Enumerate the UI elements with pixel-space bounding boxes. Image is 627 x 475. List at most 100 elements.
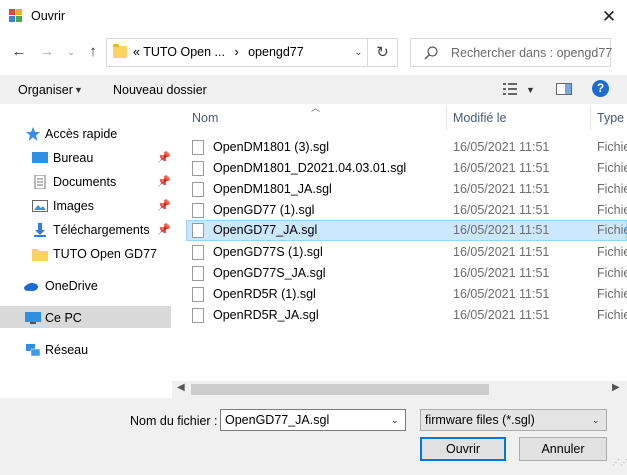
pin-icon: 📌	[157, 152, 171, 164]
sidebar-item-label: Téléchargements	[53, 223, 150, 237]
address-bar[interactable]: « TUTO Open ... › opengd77	[106, 38, 368, 67]
file-icon	[192, 287, 204, 302]
search-icon	[424, 46, 438, 60]
sidebar-item-onedrive[interactable]: OneDrive	[20, 275, 172, 297]
organiser-button[interactable]: Organiser	[18, 83, 73, 97]
file-name: OpenGD77 (1).sgl	[213, 203, 315, 217]
documents-icon	[34, 175, 46, 189]
sidebar-item-images[interactable]: Images 📌	[20, 195, 172, 217]
column-divider[interactable]	[590, 106, 591, 130]
desktop-icon	[32, 152, 48, 163]
pin-icon: 📌	[157, 176, 171, 188]
new-folder-button[interactable]: Nouveau dossier	[113, 83, 207, 97]
file-name: OpenDM1801 (3).sgl	[213, 140, 330, 154]
folder-icon	[32, 249, 48, 261]
breadcrumb-separator[interactable]: ›	[234, 45, 238, 59]
caret-down-icon[interactable]: ▼	[526, 85, 535, 95]
window-title: Ouvrir	[31, 9, 66, 23]
sidebar-item-bureau[interactable]: Bureau 📌	[20, 147, 172, 169]
title-bar	[0, 0, 627, 32]
chevron-down-icon[interactable]: ⌄	[592, 415, 600, 426]
sort-ascending-icon: ︿	[311, 103, 321, 113]
recent-chevron-down-icon[interactable]: ⌄	[62, 42, 80, 62]
file-name: OpenGD77S (1).sgl	[213, 245, 323, 259]
up-arrow-icon[interactable]: ↑	[84, 42, 102, 62]
search-input[interactable]: Rechercher dans : opengd77	[410, 38, 613, 67]
column-header-modified[interactable]: Modifié le	[453, 111, 507, 125]
file-name: OpenDM1801_JA.sgl	[213, 182, 332, 196]
filetype-select[interactable]: firmware files (*.sgl) ⌄	[420, 409, 607, 431]
sidebar-item-label: Images	[53, 199, 94, 213]
folder-icon	[113, 44, 127, 58]
file-modified: 16/05/2021 11:51	[453, 245, 550, 259]
file-row[interactable]: OpenGD77S (1).sgl 16/05/2021 11:51 Fichi…	[186, 242, 627, 263]
file-row[interactable]: OpenDM1801_JA.sgl 16/05/2021 11:51 Fichi…	[186, 179, 627, 200]
back-arrow-icon[interactable]: ←	[10, 42, 28, 62]
sidebar-item-label: TUTO Open GD77	[53, 247, 157, 261]
file-modified: 16/05/2021 11:51	[453, 161, 550, 175]
file-type: Fichie	[597, 287, 627, 301]
scroll-left-icon[interactable]: ◀	[177, 382, 185, 393]
sidebar-item-label: OneDrive	[45, 279, 98, 293]
refresh-icon[interactable]: ↻	[368, 38, 398, 67]
sidebar-item-label: Documents	[53, 175, 117, 189]
horizontal-scrollbar[interactable]: ◀ ▶	[172, 381, 627, 398]
view-options-icon[interactable]	[503, 83, 517, 95]
chevron-down-icon[interactable]: ⌄	[391, 415, 399, 426]
close-button[interactable]: ✕	[598, 7, 620, 27]
preview-pane-icon[interactable]	[556, 83, 572, 95]
search-placeholder: Rechercher dans : opengd77	[451, 46, 613, 60]
caret-down-icon[interactable]: ▼	[74, 85, 83, 95]
scrollbar-thumb[interactable]	[191, 384, 489, 395]
help-icon[interactable]: ?	[592, 80, 609, 97]
sidebar-item-acces-rapide[interactable]: Accès rapide	[20, 123, 172, 145]
column-divider[interactable]	[446, 106, 447, 130]
file-type: Fichie	[597, 245, 627, 259]
sidebar-item-ce-pc[interactable]: Ce PC	[20, 307, 172, 329]
cancel-button[interactable]: Annuler	[519, 437, 607, 461]
file-type: Fichie	[597, 266, 627, 280]
file-modified: 16/05/2021 11:51	[453, 140, 550, 154]
address-overflow-chevron[interactable]: «	[133, 45, 140, 59]
file-modified: 16/05/2021 11:51	[453, 266, 550, 280]
file-name: OpenDM1801_D2021.04.03.01.sgl	[213, 161, 407, 175]
file-icon	[192, 140, 204, 155]
resize-grip-icon[interactable]: ⋰⋰	[612, 459, 627, 473]
filename-value: OpenGD77_JA.sgl	[225, 413, 330, 427]
sidebar-item-telechargements[interactable]: Téléchargements 📌	[20, 219, 172, 241]
sidebar-item-documents[interactable]: Documents 📌	[20, 171, 172, 193]
file-row[interactable]: OpenDM1801 (3).sgl 16/05/2021 11:51 Fich…	[186, 137, 627, 158]
pin-icon: 📌	[157, 200, 171, 212]
sidebar-item-label: Ce PC	[45, 311, 82, 325]
file-row[interactable]: OpenGD77S_JA.sgl 16/05/2021 11:51 Fichie	[186, 263, 627, 284]
file-type: Fichie	[597, 182, 627, 196]
column-header-name[interactable]: Nom	[192, 111, 218, 125]
scroll-right-icon[interactable]: ▶	[612, 382, 620, 393]
download-icon	[34, 223, 46, 237]
file-row[interactable]: OpenRD5R (1).sgl 16/05/2021 11:51 Fichie	[186, 284, 627, 305]
address-dropdown-icon[interactable]: ⌄	[350, 38, 367, 67]
breadcrumb-opengd77[interactable]: opengd77	[248, 45, 304, 59]
sidebar-item-tuto-open-gd77[interactable]: TUTO Open GD77	[20, 243, 172, 265]
file-row[interactable]: OpenRD5R_JA.sgl 16/05/2021 11:51 Fichie	[186, 305, 627, 326]
file-row[interactable]: OpenDM1801_D2021.04.03.01.sgl 16/05/2021…	[186, 158, 627, 179]
file-name: OpenRD5R (1).sgl	[213, 287, 316, 301]
sidebar-item-label: Accès rapide	[45, 127, 118, 141]
file-row-selected[interactable]: OpenGD77_JA.sgl 16/05/2021 11:51 Fichie	[186, 220, 627, 241]
file-type: Fichie	[597, 140, 627, 154]
column-header-type[interactable]: Type	[597, 111, 624, 125]
file-modified: 16/05/2021 11:51	[453, 287, 550, 301]
sidebar-item-label: Bureau	[53, 151, 94, 165]
file-modified: 16/05/2021 11:51	[453, 308, 550, 322]
breadcrumb-tuto[interactable]: TUTO Open ...	[143, 45, 225, 59]
open-button[interactable]: Ouvrir	[420, 437, 506, 461]
sidebar-item-label: Réseau	[45, 343, 89, 357]
file-row[interactable]: OpenGD77 (1).sgl 16/05/2021 11:51 Fichie	[186, 200, 627, 221]
filename-input[interactable]: OpenGD77_JA.sgl ⌄	[220, 409, 406, 431]
app-icon	[9, 9, 22, 22]
filetype-value: firmware files (*.sgl)	[425, 413, 535, 427]
cloud-icon	[24, 283, 38, 291]
sidebar-item-reseau[interactable]: Réseau	[20, 339, 172, 361]
file-type: Fichie	[597, 203, 627, 217]
forward-arrow-icon[interactable]: →	[38, 42, 56, 62]
